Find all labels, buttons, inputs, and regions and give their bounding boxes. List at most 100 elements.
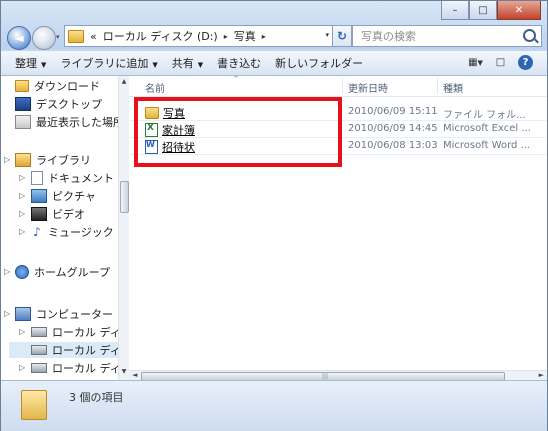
minimize-button[interactable]: – [441,1,469,20]
horizontal-scrollbar[interactable]: ◄ ||| ► [129,370,547,380]
sidebar-item-computer[interactable]: コンピューター [15,306,113,322]
search-input[interactable]: 写真の検索 [352,25,542,47]
expand-arrow-icon[interactable]: ▷ [19,173,25,182]
expand-arrow-icon[interactable]: ▷ [19,209,25,218]
column-type[interactable]: 種類 [443,80,463,95]
column-header: ^ 名前 更新日時 種類 [129,76,547,97]
maximize-button[interactable]: □ [469,1,497,20]
sidebar-item-label: ローカル ディス [52,362,120,375]
sidebar-item-music[interactable]: ♪ ミュージック [31,224,114,240]
videos-icon [31,207,47,221]
breadcrumb-local-disk[interactable]: ローカル ディスク (D:) [103,28,218,44]
expand-arrow-icon[interactable]: ▷ [4,155,10,164]
sort-indicator-icon: ^ [233,76,239,83]
address-bar[interactable]: « ローカル ディスク (D:) ▸ 写真 ▸ ▾ [64,25,334,47]
sidebar-item-label: デスクトップ [36,98,102,111]
burn-button[interactable]: 書き込む [217,55,261,71]
scroll-down-icon[interactable]: ▼ [120,368,128,378]
sidebar-item-downloads[interactable]: ダウンロード [15,78,100,94]
caption-buttons: – □ ✕ [441,1,541,20]
close-button[interactable]: ✕ [497,1,541,20]
refresh-button[interactable]: ↻ [332,25,352,47]
breadcrumb-separator[interactable]: ▸ [224,32,228,41]
breadcrumb-photos[interactable]: 写真 [234,28,256,44]
details-pane: 3 個の項目 [1,380,547,431]
view-controls: ▦ ▼ □ ? [468,55,533,70]
column-modified[interactable]: 更新日時 [348,80,388,95]
sidebar-item-local-disk-c[interactable]: ローカル ディス [31,324,120,340]
expand-arrow-icon[interactable]: ▷ [19,191,25,200]
address-dropdown-icon[interactable]: ▾ [325,31,329,39]
breadcrumb-separator[interactable]: ▸ [262,32,266,41]
add-to-library-button[interactable]: ライブラリに追加 ▼ [60,55,157,71]
libraries-icon [15,153,31,167]
sidebar-item-label: ダウンロード [34,80,100,93]
navigation-scrollbar[interactable]: ▲ ▼ [118,76,129,380]
sidebar-item-documents[interactable]: ドキュメント [31,170,114,186]
scrollbar-thumb[interactable] [120,181,129,213]
sidebar-item-local-disk-d[interactable]: ローカル ディス [9,342,119,358]
sidebar-item-label: ドキュメント [48,172,114,185]
sidebar-item-desktop[interactable]: デスクトップ [15,96,102,112]
expand-arrow-icon[interactable]: ▷ [4,267,10,276]
file-type: ファイル フォル... [443,110,526,121]
scroll-right-icon[interactable]: ► [539,371,544,379]
view-options-icon[interactable]: ▦ ▼ [468,55,483,70]
share-label: 共有 [171,57,194,70]
sidebar-item-label: ライブラリ [36,154,91,167]
preview-pane-icon[interactable]: □ [493,55,508,70]
column-name[interactable]: 名前 [145,80,165,95]
downloads-icon [15,80,29,92]
scrollbar-thumb[interactable]: ||| [141,372,505,380]
sidebar-item-label: ローカル ディス [52,326,120,339]
homegroup-icon [15,265,29,279]
scroll-up-icon[interactable]: ▲ [120,78,128,88]
sidebar-item-local-disk-e[interactable]: ローカル ディス [31,360,120,376]
sidebar-item-label: ホームグループ [34,266,111,279]
expand-arrow-icon[interactable]: ▷ [19,327,25,336]
folder-icon [68,29,84,43]
search-icon[interactable] [523,29,536,42]
file-modified: 2010/06/09 15:11 [348,106,438,117]
folder-icon [21,390,47,420]
file-modified: 2010/06/08 13:03 [348,140,438,151]
file-type: Microsoft Excel ... [443,123,531,134]
drive-icon [31,345,47,355]
sidebar-item-label: ローカル ディス [52,344,120,357]
scroll-left-icon[interactable]: ◄ [132,371,137,379]
sidebar-item-label: ビデオ [52,208,85,221]
computer-icon [15,307,31,321]
sidebar-item-videos[interactable]: ビデオ [31,206,85,222]
column-divider[interactable] [437,78,438,94]
address-prefix[interactable]: « [90,30,97,43]
desktop-icon [15,97,31,111]
organize-button[interactable]: 整理 ▼ [15,55,46,71]
back-button[interactable]: ◄ [7,26,31,50]
recent-pages-dropdown[interactable]: ▾ [56,33,60,41]
add-to-library-label: ライブラリに追加 [60,57,149,70]
expand-arrow-icon[interactable]: ▷ [19,227,25,236]
sidebar-item-libraries[interactable]: ライブラリ [15,152,91,168]
help-icon[interactable]: ? [518,55,533,70]
sidebar-item-homegroup[interactable]: ホームグループ [15,264,110,280]
file-type: Microsoft Word ... [443,140,531,151]
share-button[interactable]: 共有 ▼ [172,55,203,71]
music-icon: ♪ [33,225,41,239]
chevron-down-icon: ▼ [41,61,47,69]
item-count: 3 個の項目 [69,391,124,404]
file-list-pane: ^ 名前 更新日時 種類 写真 2010/06/09 15:11 ファイル フォ… [129,76,547,380]
forward-button[interactable]: ► [32,26,56,50]
highlight-box [134,97,342,167]
sidebar-item-pictures[interactable]: ピクチャ [31,188,96,204]
expand-arrow-icon[interactable]: ▷ [4,309,10,318]
navigation-pane: ダウンロード デスクトップ 最近表示した場所 ▷ ライブラリ ▷ ドキュメント … [1,76,120,380]
sidebar-item-label: ミュージック [48,226,114,239]
recent-places-icon [15,115,31,129]
column-divider[interactable] [342,78,343,94]
drive-icon [31,327,47,337]
sidebar-item-label: ピクチャ [52,190,96,203]
new-folder-button[interactable]: 新しいフォルダー [275,55,363,71]
expand-arrow-icon[interactable]: ▷ [19,363,25,372]
documents-icon [31,171,43,185]
sidebar-item-recent-places[interactable]: 最近表示した場所 [15,114,119,130]
